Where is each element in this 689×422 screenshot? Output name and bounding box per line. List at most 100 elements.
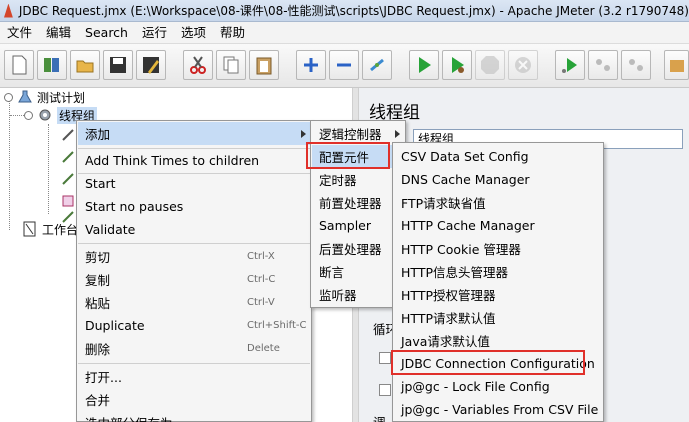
menu-item-ftp-request-defaults[interactable]: FTP请求缺省值	[394, 191, 602, 214]
menu-item-label: HTTP信息头管理器	[401, 265, 508, 280]
menu-help[interactable]: 帮助	[213, 22, 252, 44]
tree-guide-line	[48, 124, 49, 214]
menu-item-timer[interactable]: 定时器	[312, 168, 404, 191]
remote-shutdown-button[interactable]	[621, 50, 651, 80]
menu-item-label: 添加	[85, 127, 111, 142]
menu-item-label: 合并	[85, 393, 111, 408]
menu-item-label: Add Think Times to children	[85, 153, 260, 168]
sampler-icon	[60, 127, 76, 143]
copy-icon	[223, 56, 239, 74]
menu-item-label: 配置元件	[319, 150, 370, 165]
menu-item-duplicate[interactable]: Duplicate Ctrl+Shift-C	[78, 314, 310, 337]
expander-icon[interactable]	[24, 110, 33, 120]
save-as-button[interactable]	[136, 50, 166, 80]
copy-button[interactable]	[216, 50, 246, 80]
menu-item-paste[interactable]: 粘贴 Ctrl-V	[78, 291, 310, 314]
shortcut-label: Ctrl-C	[247, 274, 276, 285]
checkbox[interactable]	[379, 352, 391, 364]
menu-item-label: 逻辑控制器	[319, 127, 382, 142]
menu-item-label: FTP请求缺省值	[401, 196, 486, 211]
menu-options[interactable]: 选项	[174, 22, 213, 44]
flask-icon	[17, 89, 33, 105]
collapse-all-button[interactable]	[329, 50, 359, 80]
tree-guide-line	[10, 115, 24, 116]
menu-run[interactable]: 运行	[135, 22, 174, 44]
menu-item-jdbc-connection-configuration[interactable]: JDBC Connection Configuration	[394, 352, 602, 375]
scheduler-label: 调	[373, 412, 386, 422]
templates-button[interactable]	[37, 50, 67, 80]
jmeter-logo-icon	[4, 3, 13, 18]
remote-stop-button[interactable]	[588, 50, 618, 80]
cut-icon	[190, 56, 206, 74]
menu-item-label: Start no pauses	[85, 199, 184, 214]
menu-item-cut[interactable]: 剪切 Ctrl-X	[78, 245, 310, 268]
toggle-button[interactable]	[362, 50, 392, 80]
menu-item-http-header-manager[interactable]: HTTP信息头管理器	[394, 260, 602, 283]
submenu-config-element: CSV Data Set Config DNS Cache Manager FT…	[392, 142, 604, 422]
menu-item-label: jp@gc - Lock File Config	[401, 379, 550, 394]
menu-item-validate[interactable]: Validate	[78, 218, 310, 241]
menu-item-start[interactable]: Start	[78, 172, 310, 195]
menu-item-label: 断言	[319, 265, 345, 280]
menu-item-sampler[interactable]: Sampler	[312, 214, 404, 237]
menu-item-http-cookie-manager[interactable]: HTTP Cookie 管理器	[394, 237, 602, 260]
expand-all-button[interactable]	[296, 50, 326, 80]
menu-item-label: HTTP Cookie 管理器	[401, 242, 521, 257]
start-icon	[419, 57, 431, 73]
open-button[interactable]	[70, 50, 100, 80]
menu-item-save-selection[interactable]: 选中部分保存为...	[78, 411, 310, 422]
menu-item-lock-file-config[interactable]: jp@gc - Lock File Config	[394, 375, 602, 398]
menu-item-start-no-pauses[interactable]: Start no pauses	[78, 195, 310, 218]
shortcut-label: Ctrl+Shift-C	[247, 320, 307, 331]
menu-separator	[78, 243, 310, 244]
stop-button[interactable]	[475, 50, 505, 80]
menu-item-label: 打开...	[85, 370, 122, 385]
shortcut-label: Delete	[247, 343, 280, 354]
new-file-button[interactable]	[4, 50, 34, 80]
menu-item-dns-cache-manager[interactable]: DNS Cache Manager	[394, 168, 602, 191]
shortcut-label: Ctrl-X	[247, 251, 275, 262]
menu-item-post-processor[interactable]: 后置处理器	[312, 237, 404, 260]
menu-item-logic-controller[interactable]: 逻辑控制器	[312, 122, 404, 145]
save-button[interactable]	[103, 50, 133, 80]
menu-edit[interactable]: 编辑	[39, 22, 78, 44]
menu-item-pre-processor[interactable]: 前置处理器	[312, 191, 404, 214]
checkbox[interactable]	[379, 384, 391, 396]
menu-item-variables-from-csv[interactable]: jp@gc - Variables From CSV File	[394, 398, 602, 421]
menu-item-add[interactable]: 添加	[78, 122, 310, 145]
menu-item-merge[interactable]: 合并	[78, 388, 310, 411]
menu-item-java-request-defaults[interactable]: Java请求默认值	[394, 329, 602, 352]
tree-node-test-plan[interactable]: 测试计划	[4, 88, 85, 106]
paste-button[interactable]	[249, 50, 279, 80]
menu-item-delete[interactable]: 删除 Delete	[78, 337, 310, 360]
remote-start-button[interactable]	[555, 50, 585, 80]
menu-item-http-auth-manager[interactable]: HTTP授权管理器	[394, 283, 602, 306]
menu-item-label: Java请求默认值	[401, 334, 490, 349]
menu-item-http-request-defaults[interactable]: HTTP请求默认值	[394, 306, 602, 329]
menu-item-copy[interactable]: 复制 Ctrl-C	[78, 268, 310, 291]
toggle-icon	[370, 58, 384, 72]
cut-button[interactable]	[183, 50, 213, 80]
menu-item-config-element[interactable]: 配置元件	[312, 145, 404, 168]
sampler-icon	[60, 149, 76, 165]
tree-label-workbench: 工作台	[42, 222, 79, 237]
menu-search[interactable]: Search	[78, 22, 135, 44]
menu-item-label: Duplicate	[85, 318, 145, 333]
clear-button[interactable]	[664, 50, 689, 80]
shutdown-button[interactable]	[508, 50, 538, 80]
menu-item-http-cache-manager[interactable]: HTTP Cache Manager	[394, 214, 602, 237]
expander-icon[interactable]	[4, 92, 13, 102]
start-no-pauses-button[interactable]	[442, 50, 472, 80]
menu-item-assertion[interactable]: 断言	[312, 260, 404, 283]
start-button[interactable]	[409, 50, 439, 80]
tree-node-workbench[interactable]: 工作台	[22, 220, 78, 238]
menu-item-open[interactable]: 打开...	[78, 365, 310, 388]
menu-item-csv-data-set-config[interactable]: CSV Data Set Config	[394, 145, 602, 168]
tree-label-test-plan: 测试计划	[37, 90, 86, 105]
menu-item-add-think-times[interactable]: Add Think Times to children	[78, 149, 310, 172]
save-icon	[110, 57, 126, 73]
menu-item-label: Sampler	[319, 218, 372, 233]
menu-file[interactable]: 文件	[0, 22, 39, 44]
menu-item-label: 复制	[85, 273, 111, 288]
menu-item-listener[interactable]: 监听器	[312, 283, 404, 306]
